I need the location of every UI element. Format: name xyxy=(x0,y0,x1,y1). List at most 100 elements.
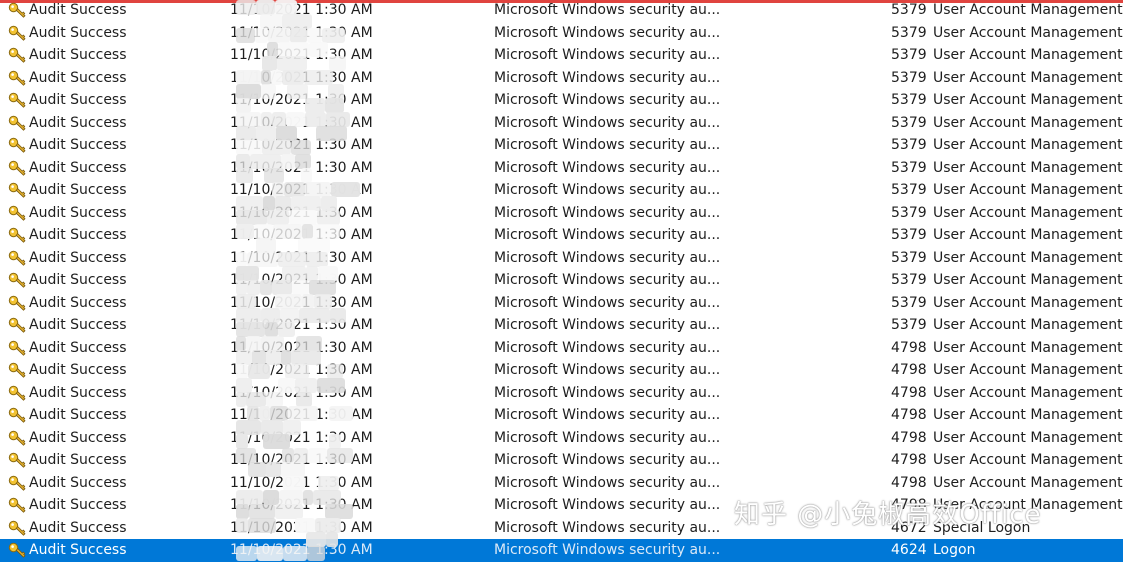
table-row[interactable]: Audit Success 11/10/2021 1:30 AM Microsoft… xyxy=(0,359,1123,382)
keyword-cell: Audit Success xyxy=(29,227,127,243)
table-row[interactable]: Audit Success 11/10/2021 1:30 AM Microsoft… xyxy=(0,202,1123,225)
event-id-cell: 4798 xyxy=(891,339,927,356)
task-category-cell: User Account Management xyxy=(933,362,1123,378)
source-cell: Microsoft Windows security au... xyxy=(494,182,721,198)
keyword-cell: Audit Success xyxy=(29,384,127,401)
keyword-cell: Audit Success xyxy=(29,272,127,288)
keyword-cell: Audit Success xyxy=(29,474,127,491)
source-cell: Microsoft Windows security au... xyxy=(494,24,721,41)
source-cell: Microsoft Windows security au... xyxy=(494,249,721,266)
table-row[interactable]: Audit Success 11/10/2021 1:30 AM Microsoft… xyxy=(0,0,1123,22)
event-id-cell: 4798 xyxy=(891,384,927,401)
task-category-cell: User Account Management xyxy=(933,92,1123,108)
table-row[interactable]: Audit Success 11/10/2021 1:30 AM Microsoft… xyxy=(0,67,1123,90)
keyword-cell: Audit Success xyxy=(29,452,127,468)
task-category-cell: User Account Management xyxy=(933,159,1123,176)
table-row[interactable]: Audit Success 11/10/2021 1:30 AM Microsoft… xyxy=(0,44,1123,67)
task-category-cell: User Account Management xyxy=(933,294,1123,311)
keyword-cell: Audit Success xyxy=(29,47,127,63)
keyword-cell: Audit Success xyxy=(29,294,127,311)
table-row[interactable]: Audit Success 11/10/2021 1:30 AM Microsoft… xyxy=(0,134,1123,157)
key-icon xyxy=(8,250,26,266)
source-cell: Microsoft Windows security au... xyxy=(494,159,721,176)
watermark: 知乎 @小兔椒高效Office xyxy=(734,500,1042,530)
table-row[interactable]: Audit Success 11/10/2021 1:30 AM Microsoft… xyxy=(0,427,1123,450)
source-cell: Microsoft Windows security au... xyxy=(494,204,721,221)
table-row[interactable]: Audit Success 11/10/2021 1:30 AM Microsoft… xyxy=(0,404,1123,427)
table-row[interactable]: Audit Success 11/10/2021 1:30 AM Microsoft… xyxy=(0,157,1123,180)
table-row[interactable]: Audit Success 11/10/2021 1:30 AM Microsoft… xyxy=(0,314,1123,337)
keyword-cell: Audit Success xyxy=(29,24,127,41)
source-cell: Microsoft Windows security au... xyxy=(494,362,721,378)
table-row[interactable]: Audit Success 11/10/2021 1:30 AM Microsoft… xyxy=(0,382,1123,405)
keyword-cell: Audit Success xyxy=(29,542,127,558)
source-cell: Microsoft Windows security au... xyxy=(494,272,721,288)
date-time-cell: 11/10/2021 1:30 AM xyxy=(230,2,373,18)
source-cell: Microsoft Windows security au... xyxy=(494,227,721,243)
date-time-cell: 11/10/2021 1:30 AM xyxy=(230,429,373,446)
task-category-cell: User Account Management xyxy=(933,137,1123,153)
task-category-cell: User Account Management xyxy=(933,114,1123,131)
event-id-cell: 5379 xyxy=(891,294,927,311)
source-cell: Microsoft Windows security au... xyxy=(494,114,721,131)
task-category-cell: Logon xyxy=(933,542,976,558)
task-category-cell: User Account Management xyxy=(933,429,1123,446)
keyword-cell: Audit Success xyxy=(29,429,127,446)
event-id-cell: 5379 xyxy=(891,204,927,221)
source-cell: Microsoft Windows security au... xyxy=(494,474,721,491)
task-category-cell: User Account Management xyxy=(933,227,1123,243)
table-row[interactable]: Audit Success 11/10/2021 1:30 AM Microsoft… xyxy=(0,247,1123,270)
source-cell: Microsoft Windows security au... xyxy=(494,384,721,401)
date-time-cell: 11/10/2021 1:30 AM xyxy=(230,69,373,86)
date-time-cell: 11/10/2021 1:30 AM xyxy=(230,204,373,221)
key-icon xyxy=(8,475,26,491)
source-cell: Microsoft Windows security au... xyxy=(494,452,721,468)
table-row[interactable]: Audit Success 11/10/2021 1:30 AM Microsoft… xyxy=(0,224,1123,247)
date-time-cell: 11/10/2021 1:30 AM xyxy=(230,407,373,423)
date-time-cell: 11/10/2021 1:30 AM xyxy=(230,92,373,108)
task-category-cell: User Account Management xyxy=(933,204,1123,221)
key-icon xyxy=(8,25,26,41)
table-row[interactable]: Audit Success 11/10/2021 1:30 AM Microsoft… xyxy=(0,337,1123,360)
date-time-cell: 11/10/2021 1:30 AM xyxy=(230,159,373,176)
table-row[interactable]: Audit Success 11/10/2021 1:30 AM Microsoft… xyxy=(0,112,1123,135)
source-cell: Microsoft Windows security au... xyxy=(494,47,721,63)
source-cell: Microsoft Windows security au... xyxy=(494,407,721,423)
event-id-cell: 5379 xyxy=(891,114,927,131)
keyword-cell: Audit Success xyxy=(29,137,127,153)
event-id-cell: 4798 xyxy=(891,452,927,468)
table-row[interactable]: Audit Success 11/10/2021 1:30 AM Microsoft… xyxy=(0,179,1123,202)
event-list[interactable]: Audit Success 11/10/2021 1:30 AM Microsoft… xyxy=(0,0,1123,562)
task-category-cell: User Account Management xyxy=(933,317,1123,333)
source-cell: Microsoft Windows security au... xyxy=(494,519,721,536)
source-cell: Microsoft Windows security au... xyxy=(494,542,721,558)
task-category-cell: User Account Management xyxy=(933,69,1123,86)
task-category-cell: User Account Management xyxy=(933,249,1123,266)
date-time-cell: 11/10/2021 1:30 AM xyxy=(230,497,373,513)
keyword-cell: Audit Success xyxy=(29,2,127,18)
event-id-cell: 5379 xyxy=(891,272,927,288)
event-id-cell: 4798 xyxy=(891,474,927,491)
table-row[interactable]: Audit Success 11/10/2021 1:30 AM Microsoft… xyxy=(0,22,1123,45)
date-time-cell: 11/10/2021 1:30 AM xyxy=(230,227,373,243)
key-icon xyxy=(8,430,26,446)
table-row[interactable]: Audit Success 11/10/2021 1:30 AM Microsoft… xyxy=(0,269,1123,292)
key-icon xyxy=(8,182,26,198)
table-row[interactable]: Audit Success 11/10/2021 1:30 AM Microsoft… xyxy=(0,89,1123,112)
event-id-cell: 4798 xyxy=(891,362,927,378)
keyword-cell: Audit Success xyxy=(29,249,127,266)
key-icon xyxy=(8,47,26,63)
keyword-cell: Audit Success xyxy=(29,519,127,536)
keyword-cell: Audit Success xyxy=(29,114,127,131)
table-row-selected[interactable]: Audit Success 11/10/2021 1:30 AM Microsoft… xyxy=(0,539,1123,562)
date-time-cell: 11/10/2021 1:30 AM xyxy=(230,137,373,153)
key-icon xyxy=(8,452,26,468)
source-cell: Microsoft Windows security au... xyxy=(494,317,721,333)
key-icon xyxy=(8,70,26,86)
date-time-cell: 11/10/2021 1:30 AM xyxy=(230,182,373,198)
table-row[interactable]: Audit Success 11/10/2021 1:30 AM Microsoft… xyxy=(0,472,1123,495)
table-row[interactable]: Audit Success 11/10/2021 1:30 AM Microsoft… xyxy=(0,449,1123,472)
table-row[interactable]: Audit Success 11/10/2021 1:30 AM Microsoft… xyxy=(0,292,1123,315)
keyword-cell: Audit Success xyxy=(29,159,127,176)
key-icon xyxy=(8,115,26,131)
